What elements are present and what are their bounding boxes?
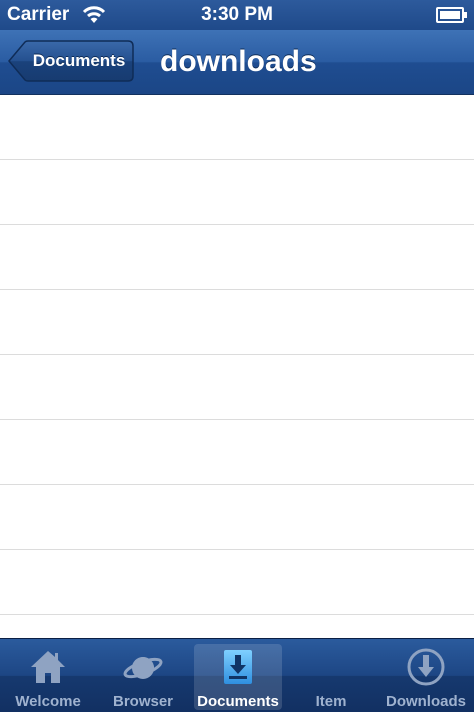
back-button-label: Documents — [32, 51, 126, 70]
home-icon — [31, 651, 65, 683]
table-row[interactable] — [0, 550, 474, 615]
tab-label: Browser — [112, 693, 174, 710]
tab-label: Item — [315, 693, 347, 710]
table-row[interactable] — [0, 355, 474, 420]
tab-bar: Welcome Browser Documents Item Downloads — [0, 638, 474, 712]
navigation-bar: Documents downloads — [0, 30, 474, 95]
table-row[interactable] — [0, 225, 474, 290]
tab-label: Downloads — [385, 693, 466, 710]
page-title: downloads — [160, 45, 317, 78]
tab-downloads[interactable]: Downloads — [382, 644, 470, 710]
back-button[interactable]: Documents — [8, 40, 134, 82]
table-row[interactable] — [0, 485, 474, 550]
table-row[interactable] — [0, 420, 474, 485]
tab-documents[interactable]: Documents — [194, 644, 282, 710]
planet-icon — [123, 657, 163, 679]
status-bar: Carrier 3:30 PM — [0, 0, 474, 30]
table-row[interactable] — [0, 290, 474, 355]
download-circle-icon — [407, 648, 445, 686]
download-box-icon — [224, 650, 252, 684]
table-row[interactable] — [0, 95, 474, 160]
tab-label: Welcome — [15, 693, 81, 710]
table-row[interactable] — [0, 160, 474, 225]
clock: 3:30 PM — [201, 4, 273, 25]
tab-welcome[interactable]: Welcome — [4, 644, 92, 710]
tab-browser[interactable]: Browser — [99, 644, 187, 710]
battery-icon — [436, 7, 467, 23]
tab-label: Documents — [197, 693, 279, 710]
table-row[interactable] — [0, 615, 474, 638]
tab-item[interactable]: Item — [287, 644, 375, 710]
file-list[interactable] — [0, 95, 474, 638]
